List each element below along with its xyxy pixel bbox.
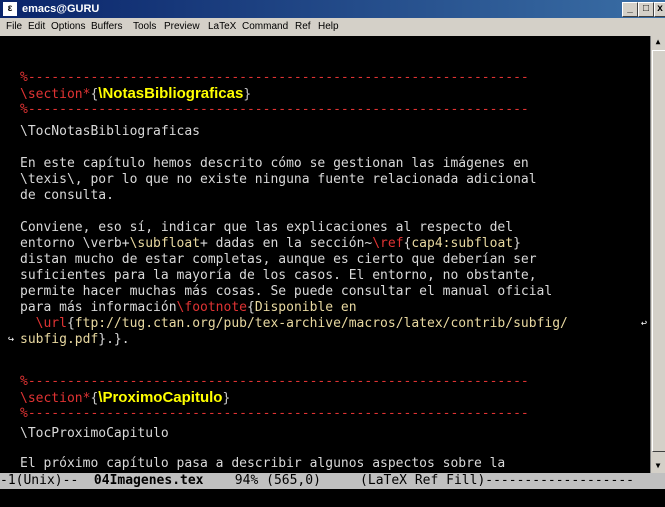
menu-ref[interactable]: Ref (295, 21, 311, 32)
section-line: \section*{\NotasBibliograficas} (20, 85, 252, 103)
text-line: entorno \verb+\subfloat+ dadas en la sec… (20, 236, 521, 251)
menu-help[interactable]: Help (318, 21, 339, 32)
window-title: emacs@GURU (22, 3, 100, 15)
minimize-button[interactable]: _ (622, 2, 638, 17)
scroll-up-icon[interactable]: ▲ (652, 36, 664, 48)
text-line: \texis\, por lo que no existe ninguna fu… (20, 172, 537, 187)
buffer-filename: 04Imagenes.tex (93, 473, 204, 488)
vertical-scrollbar[interactable]: ▲ ▼ (650, 36, 665, 473)
mode-line: -1(Unix)-- 04Imagenes.tex 94% (565,0) (L… (0, 473, 665, 489)
comment-rule: %---------------------------------------… (20, 406, 529, 421)
text-line: El próximo capítulo pasa a describir alg… (20, 456, 506, 471)
text-line: \TocProximoCapitulo (20, 426, 169, 441)
menu-options[interactable]: Options (51, 21, 85, 32)
section-title: \NotasBibliograficas (98, 85, 244, 102)
menu-edit[interactable]: Edit (28, 21, 45, 32)
text-line: \TocNotasBibliograficas (20, 124, 201, 139)
text-line: subfig.pdf}.}. (20, 332, 130, 347)
comment-rule: %---------------------------------------… (20, 70, 529, 85)
major-mode: (LaTeX Ref Fill) (360, 473, 486, 488)
menu-bar: File Edit Options Buffers Tools Preview … (0, 18, 665, 36)
scrollbar-thumb[interactable] (652, 50, 665, 452)
menu-tools[interactable]: Tools (133, 21, 156, 32)
section-command: \section* (20, 87, 91, 102)
text-line: distan mucho de estar completas, aunque … (20, 252, 537, 267)
editor-buffer[interactable]: %---------------------------------------… (0, 36, 650, 473)
close-button[interactable]: x (654, 2, 665, 17)
text-line: para más información\footnote{Disponible… (20, 300, 357, 315)
comment-rule: %---------------------------------------… (20, 102, 529, 117)
text-line: En este capítulo hemos descrito cómo se … (20, 156, 529, 171)
text-line: suficientes para la mayoría de los casos… (20, 268, 537, 283)
emacs-app-icon: ε (3, 2, 17, 16)
continuation-arrow-icon: ↩ (641, 318, 648, 329)
menu-latex[interactable]: LaTeX (208, 21, 236, 32)
comment-rule: %---------------------------------------… (20, 374, 529, 389)
menu-buffers[interactable]: Buffers (91, 21, 123, 32)
menu-preview[interactable]: Preview (164, 21, 200, 32)
section-title: \ProximoCapitulo (98, 389, 223, 406)
section-line: \section*{\ProximoCapitulo} (20, 389, 231, 407)
text-line: Conviene, eso sí, indicar que las explic… (20, 220, 514, 235)
maximize-button[interactable]: □ (638, 2, 654, 17)
minibuffer[interactable] (0, 489, 665, 507)
text-line: \url{ftp://tug.ctan.org/pub/tex-archive/… (35, 316, 568, 331)
buffer-position: 94% (565,0) (203, 473, 361, 488)
text-line: permite hacer muchas más cosas. Se puede… (20, 284, 553, 299)
menu-file[interactable]: File (6, 21, 22, 32)
text-line: de consulta. (20, 188, 114, 203)
menu-command[interactable]: Command (242, 21, 288, 32)
continuation-arrow-icon: ↪ (8, 334, 15, 345)
scroll-down-icon[interactable]: ▼ (652, 460, 664, 472)
section-command: \section* (20, 391, 91, 406)
title-bar: ε emacs@GURU _ □ x (0, 0, 665, 18)
